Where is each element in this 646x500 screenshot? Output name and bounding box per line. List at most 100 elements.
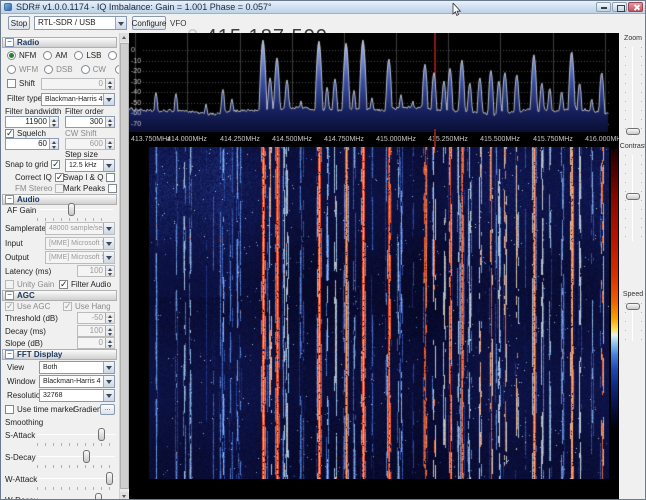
spinner-arrows-icon[interactable]	[105, 338, 114, 348]
spinner-arrows-icon[interactable]	[105, 117, 114, 127]
contrast-slider[interactable]	[625, 155, 642, 241]
smoothing-label: Smoothing	[5, 418, 44, 427]
time-marker-row: Use time marker	[5, 405, 76, 414]
chevron-down-icon[interactable]	[103, 252, 114, 263]
w-attack-slider-thumb[interactable]	[105, 472, 113, 485]
filter-order-spinner[interactable]: 300	[65, 116, 115, 128]
w-decay-slider-thumb[interactable]	[94, 493, 102, 499]
freq-axis-label: 415.000MHz	[376, 136, 416, 143]
chevron-down-icon[interactable]	[103, 160, 114, 171]
view-select[interactable]: Both	[39, 361, 115, 374]
spinner-arrows-icon[interactable]	[49, 139, 58, 149]
mark-peaks-checkbox[interactable]	[108, 184, 118, 193]
panel-scrollbar[interactable]	[119, 33, 129, 499]
window-select[interactable]: Blackman-Harris 4	[39, 375, 115, 388]
output-select[interactable]: [MME] Microsoft Sound	[45, 251, 115, 264]
shift-spinner[interactable]: 0	[41, 78, 115, 90]
samplerate-select[interactable]: 48000 sample/sec	[45, 222, 115, 235]
snap-to-grid-checkbox[interactable]	[51, 160, 61, 169]
mouse-cursor	[452, 3, 462, 16]
spinner-arrows-icon[interactable]	[105, 326, 114, 336]
resolution-select[interactable]: 32768	[39, 389, 115, 402]
input-label: Input	[5, 239, 23, 248]
chevron-down-icon[interactable]	[103, 376, 114, 387]
time-marker-checkbox[interactable]	[5, 405, 14, 414]
cw-shift-spinner[interactable]: 600	[65, 138, 115, 150]
speed-slider[interactable]	[625, 303, 642, 341]
s-decay-slider[interactable]	[37, 450, 115, 468]
frequency-axis: 413.750MHz 414.000MHz 414.250MHz 414.500MHz…	[129, 132, 625, 147]
shift-checkbox[interactable]	[7, 79, 16, 88]
radio-nfm[interactable]	[7, 51, 16, 60]
latency-spinner[interactable]: 100	[77, 265, 115, 277]
samplerate-label: Samplerate	[5, 224, 46, 233]
spectrum-canvas[interactable]	[129, 33, 609, 132]
window-label: Window	[7, 377, 36, 386]
chevron-down-icon[interactable]	[103, 390, 114, 401]
af-gain-slider-thumb[interactable]	[68, 203, 76, 216]
maximize-icon[interactable]	[612, 2, 627, 12]
gradient-button[interactable]: ...	[100, 404, 115, 415]
s-decay-slider-thumb[interactable]	[83, 450, 91, 463]
device-select[interactable]: RTL-SDR / USB	[34, 16, 127, 30]
s-decay-label: S-Decay	[5, 453, 36, 462]
unity-gain-checkbox[interactable]	[5, 280, 14, 289]
zoom-slider[interactable]	[625, 47, 642, 137]
spinner-arrows-icon[interactable]	[105, 139, 114, 149]
squelch-spinner[interactable]: 60	[5, 138, 59, 150]
input-select[interactable]: [MME] Microsoft Sound	[45, 237, 115, 250]
freq-axis-label: 414.750MHz	[324, 136, 364, 143]
slope-spinner[interactable]: 0	[77, 337, 115, 349]
radio-usb[interactable]	[108, 51, 118, 60]
use-agc-checkbox[interactable]	[5, 302, 14, 311]
scroll-down-icon[interactable]	[120, 492, 129, 499]
radio-dsb[interactable]	[44, 65, 54, 74]
radio-wfm[interactable]	[7, 65, 16, 74]
configure-button[interactable]: Configure	[132, 16, 166, 30]
decay-spinner[interactable]: 100	[77, 325, 115, 337]
scrollbar-thumb[interactable]	[120, 43, 129, 489]
titlebar[interactable]: SDR# v1.0.0.1174 - IQ Imbalance: Gain = …	[1, 1, 645, 14]
filter-audio-checkbox[interactable]	[59, 280, 68, 289]
spinner-arrows-icon[interactable]	[105, 266, 114, 276]
freq-axis-label: 414.000MHz	[167, 136, 207, 143]
filter-bandwidth-spinner[interactable]: 11900	[5, 116, 59, 128]
scroll-up-icon[interactable]	[120, 33, 129, 42]
waterfall-canvas[interactable]	[129, 147, 609, 479]
close-icon[interactable]	[628, 2, 643, 12]
swap-iq-checkbox[interactable]	[106, 173, 116, 182]
spinner-arrows-icon[interactable]	[105, 79, 114, 89]
use-hang-checkbox[interactable]	[63, 302, 72, 311]
output-label: Output	[5, 253, 30, 262]
speed-slider-thumb[interactable]	[626, 303, 640, 311]
filter-type-select[interactable]: Blackman-Harris 4	[41, 93, 115, 106]
threshold-spinner[interactable]: -50	[77, 312, 115, 324]
fft-section-header[interactable]: FFT Display	[2, 349, 117, 360]
minimize-icon[interactable]	[596, 2, 611, 12]
af-gain-slider[interactable]	[37, 203, 113, 221]
chevron-down-icon[interactable]	[103, 223, 114, 234]
stop-button[interactable]: Stop	[8, 16, 30, 30]
step-size-select[interactable]: 12.5 kHz	[65, 159, 115, 172]
zoom-slider-thumb[interactable]	[626, 127, 640, 135]
chevron-down-icon[interactable]	[103, 238, 114, 249]
control-panel: Radio NFM AM LSB USB WFM DSB CW RAW Shif…	[1, 33, 145, 499]
radio-lsb[interactable]	[74, 51, 84, 60]
spinner-arrows-icon[interactable]	[49, 117, 58, 127]
w-attack-slider[interactable]	[37, 472, 115, 490]
spinner-arrows-icon[interactable]	[105, 313, 114, 323]
contrast-slider-thumb[interactable]	[626, 193, 640, 201]
radio-am[interactable]	[43, 51, 53, 60]
chevron-down-icon[interactable]	[103, 94, 114, 105]
s-attack-slider[interactable]	[37, 428, 115, 446]
agc-section-header[interactable]: AGC	[2, 290, 117, 301]
squelch-checkbox[interactable]	[5, 129, 14, 138]
chevron-down-icon[interactable]	[115, 17, 126, 29]
radio-cw[interactable]	[80, 65, 90, 74]
radio-section-header[interactable]: Radio	[2, 37, 117, 48]
swap-iq-row: Swap I & Q	[63, 173, 116, 182]
s-attack-slider-thumb[interactable]	[97, 428, 105, 441]
w-decay-slider[interactable]	[37, 493, 115, 499]
zoom-label: Zoom	[624, 35, 642, 42]
chevron-down-icon[interactable]	[103, 362, 114, 373]
